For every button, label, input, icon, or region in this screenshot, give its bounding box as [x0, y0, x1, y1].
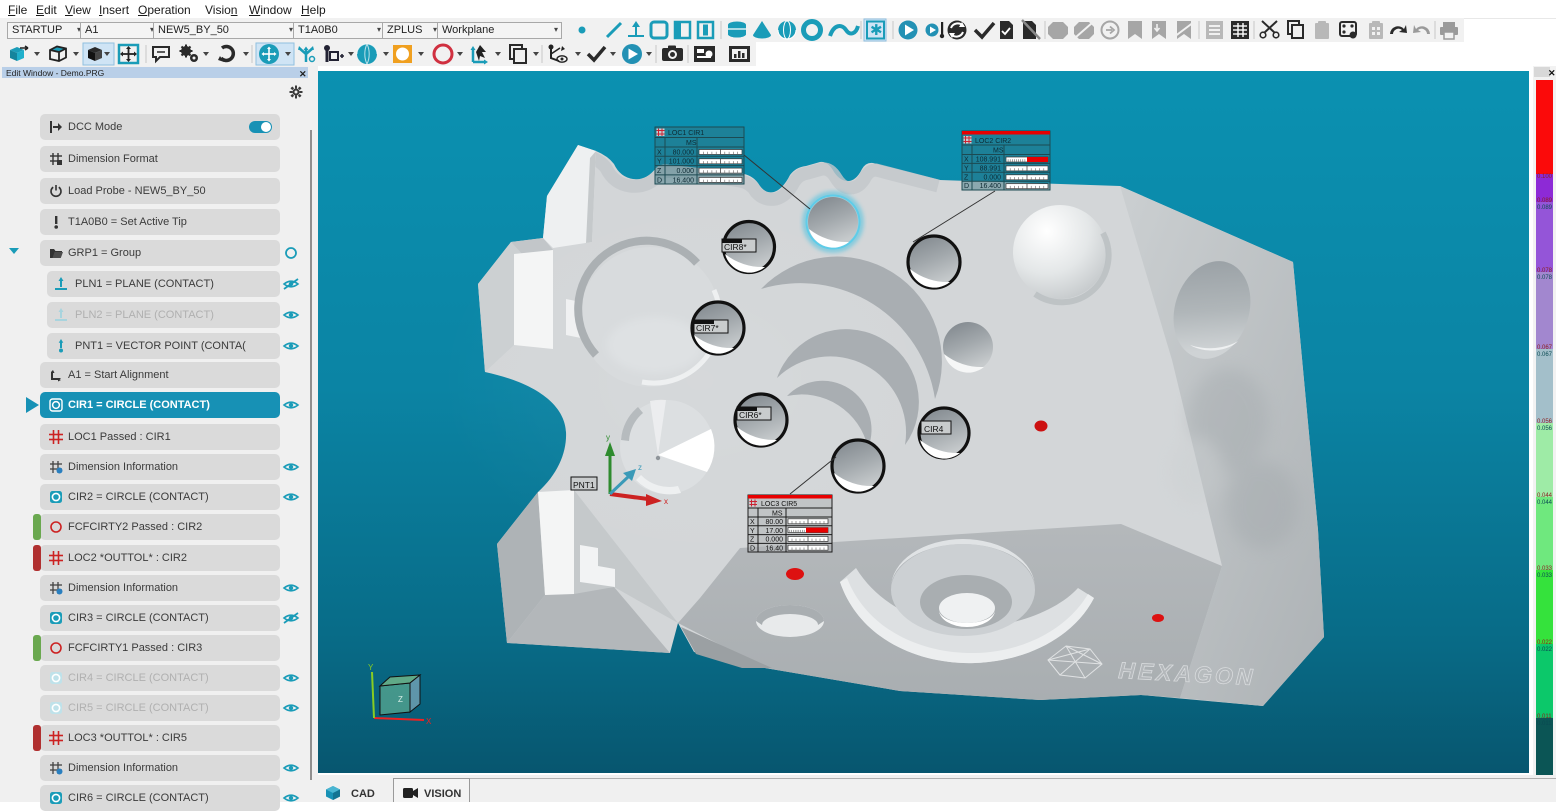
svg-text:16.400: 16.400	[673, 177, 695, 184]
svg-text:PNT1: PNT1	[573, 480, 595, 490]
svg-text:X: X	[657, 149, 662, 156]
svg-text:CIR8*: CIR8*	[724, 242, 747, 252]
svg-text:80.000: 80.000	[673, 149, 695, 156]
svg-text:108.991: 108.991	[976, 157, 1001, 164]
svg-text:Y: Y	[368, 663, 374, 672]
svg-text:16.400: 16.400	[980, 183, 1002, 190]
svg-text:80.00: 80.00	[765, 519, 783, 526]
svg-text:0.000: 0.000	[676, 168, 694, 175]
svg-text:x: x	[664, 497, 668, 506]
svg-text:0.089: 0.089	[1537, 198, 1553, 204]
svg-text:Y: Y	[657, 159, 662, 166]
svg-text:0.056: 0.056	[1537, 419, 1553, 425]
svg-text:0.011: 0.011	[1537, 721, 1552, 727]
svg-text:z: z	[638, 463, 642, 472]
svg-text:0.011: 0.011	[1537, 714, 1552, 720]
svg-text:0.056: 0.056	[1537, 426, 1553, 432]
svg-text:LOC1 CIR1: LOC1 CIR1	[668, 130, 704, 137]
svg-text:0.033: 0.033	[1537, 566, 1553, 572]
svg-text:✱: ✱	[870, 22, 883, 39]
svg-text:Z: Z	[398, 695, 403, 704]
svg-text:Z: Z	[964, 174, 969, 181]
svg-text:Y: Y	[750, 528, 755, 535]
svg-text:0.022: 0.022	[1537, 647, 1553, 653]
svg-text:0.078: 0.078	[1537, 275, 1553, 281]
svg-text:D: D	[657, 177, 662, 184]
svg-text:16.40: 16.40	[765, 545, 783, 552]
svg-text:0.000: 0.000	[765, 537, 783, 544]
svg-text:Z: Z	[750, 537, 755, 544]
svg-text:D: D	[964, 183, 969, 190]
svg-text:D: D	[750, 545, 755, 552]
svg-text:X: X	[426, 717, 432, 726]
svg-text:0.044: 0.044	[1537, 493, 1553, 499]
svg-text:0.100: 0.100	[1537, 174, 1553, 180]
svg-text:88.991: 88.991	[980, 165, 1002, 172]
svg-text:0.000: 0.000	[983, 174, 1001, 181]
svg-text:MS: MS	[993, 148, 1004, 155]
svg-text:0.022: 0.022	[1537, 640, 1553, 646]
svg-text:Z: Z	[657, 168, 662, 175]
svg-text:0.044: 0.044	[1537, 500, 1553, 506]
svg-text:0.089: 0.089	[1537, 205, 1553, 211]
svg-text:Y: Y	[964, 165, 969, 172]
svg-text:0.067: 0.067	[1537, 352, 1553, 358]
svg-text:LOC3 CIR5: LOC3 CIR5	[761, 501, 797, 508]
svg-text:✕: ✕	[1548, 68, 1556, 78]
svg-text:0.033: 0.033	[1537, 573, 1553, 579]
svg-text:0.067: 0.067	[1537, 345, 1553, 351]
svg-text:CIR6*: CIR6*	[739, 410, 762, 420]
svg-text:X: X	[750, 519, 755, 526]
svg-text:MS: MS	[772, 511, 783, 518]
svg-text:CIR7*: CIR7*	[696, 323, 719, 333]
svg-text:101.000: 101.000	[669, 159, 694, 166]
svg-text:LOC2 CIR2: LOC2 CIR2	[975, 138, 1011, 145]
svg-text:y: y	[606, 433, 610, 442]
svg-text:X: X	[964, 157, 969, 164]
svg-text:CIR4: CIR4	[924, 424, 944, 434]
svg-text:17.00: 17.00	[765, 528, 783, 535]
svg-text:MS: MS	[686, 140, 697, 147]
svg-text:0.078: 0.078	[1537, 268, 1553, 274]
